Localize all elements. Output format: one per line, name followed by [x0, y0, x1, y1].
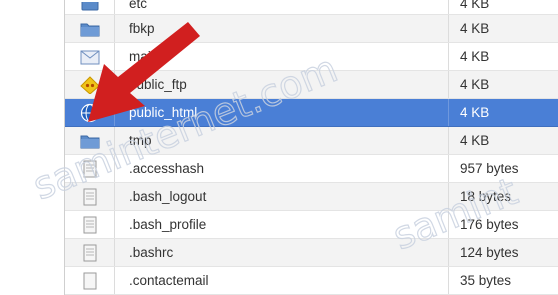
file-name[interactable]: .bash_logout — [115, 183, 449, 210]
file-row[interactable]: tmp 4 KB — [65, 127, 558, 155]
file-name[interactable]: etc — [115, 0, 449, 14]
ftp-folder-icon — [65, 71, 115, 98]
file-icon — [65, 183, 115, 210]
file-name[interactable]: mail — [115, 43, 449, 70]
file-name[interactable]: public_html — [115, 99, 449, 126]
file-list-table: etc 4 KB fbkp 4 KB mail 4 KB public_ftp … — [64, 0, 558, 295]
file-size: 176 bytes — [460, 217, 519, 232]
file-row[interactable]: .bash_profile 176 bytes — [65, 211, 558, 239]
file-size: 4 KB — [460, 133, 490, 148]
file-name[interactable]: .bash_profile — [115, 211, 449, 238]
web-folder-icon — [65, 99, 115, 126]
folder-icon — [65, 0, 115, 14]
file-name[interactable]: tmp — [115, 127, 449, 154]
file-size: 4 KB — [460, 21, 490, 36]
file-row[interactable]: .accesshash 957 bytes — [65, 155, 558, 183]
file-name[interactable]: fbkp — [115, 15, 449, 42]
file-size: 4 KB — [460, 49, 490, 64]
file-size: 4 KB — [460, 105, 490, 120]
file-row[interactable]: .contactemail 35 bytes — [65, 267, 558, 295]
file-icon — [65, 267, 115, 294]
file-row-selected[interactable]: public_html 4 KB — [65, 99, 558, 127]
file-size: 957 bytes — [460, 161, 519, 176]
file-name[interactable]: .bashrc — [115, 239, 449, 266]
file-row[interactable]: fbkp 4 KB — [65, 15, 558, 43]
folder-icon — [65, 15, 115, 42]
file-row[interactable]: .bash_logout 18 bytes — [65, 183, 558, 211]
file-icon — [65, 211, 115, 238]
file-icon — [65, 155, 115, 182]
file-row[interactable]: mail 4 KB — [65, 43, 558, 71]
file-row[interactable]: .bashrc 124 bytes — [65, 239, 558, 267]
file-size: 124 bytes — [460, 245, 519, 260]
file-size: 4 KB — [460, 0, 490, 11]
file-size: 18 bytes — [460, 189, 512, 204]
file-name[interactable]: .accesshash — [115, 155, 449, 182]
file-size: 4 KB — [460, 77, 490, 92]
mail-folder-icon — [65, 43, 115, 70]
file-row[interactable]: etc 4 KB — [65, 0, 558, 15]
file-name[interactable]: public_ftp — [115, 71, 449, 98]
file-name[interactable]: .contactemail — [115, 267, 449, 294]
folder-icon — [65, 127, 115, 154]
file-row[interactable]: public_ftp 4 KB — [65, 71, 558, 99]
file-size: 35 bytes — [460, 273, 512, 288]
file-icon — [65, 239, 115, 266]
